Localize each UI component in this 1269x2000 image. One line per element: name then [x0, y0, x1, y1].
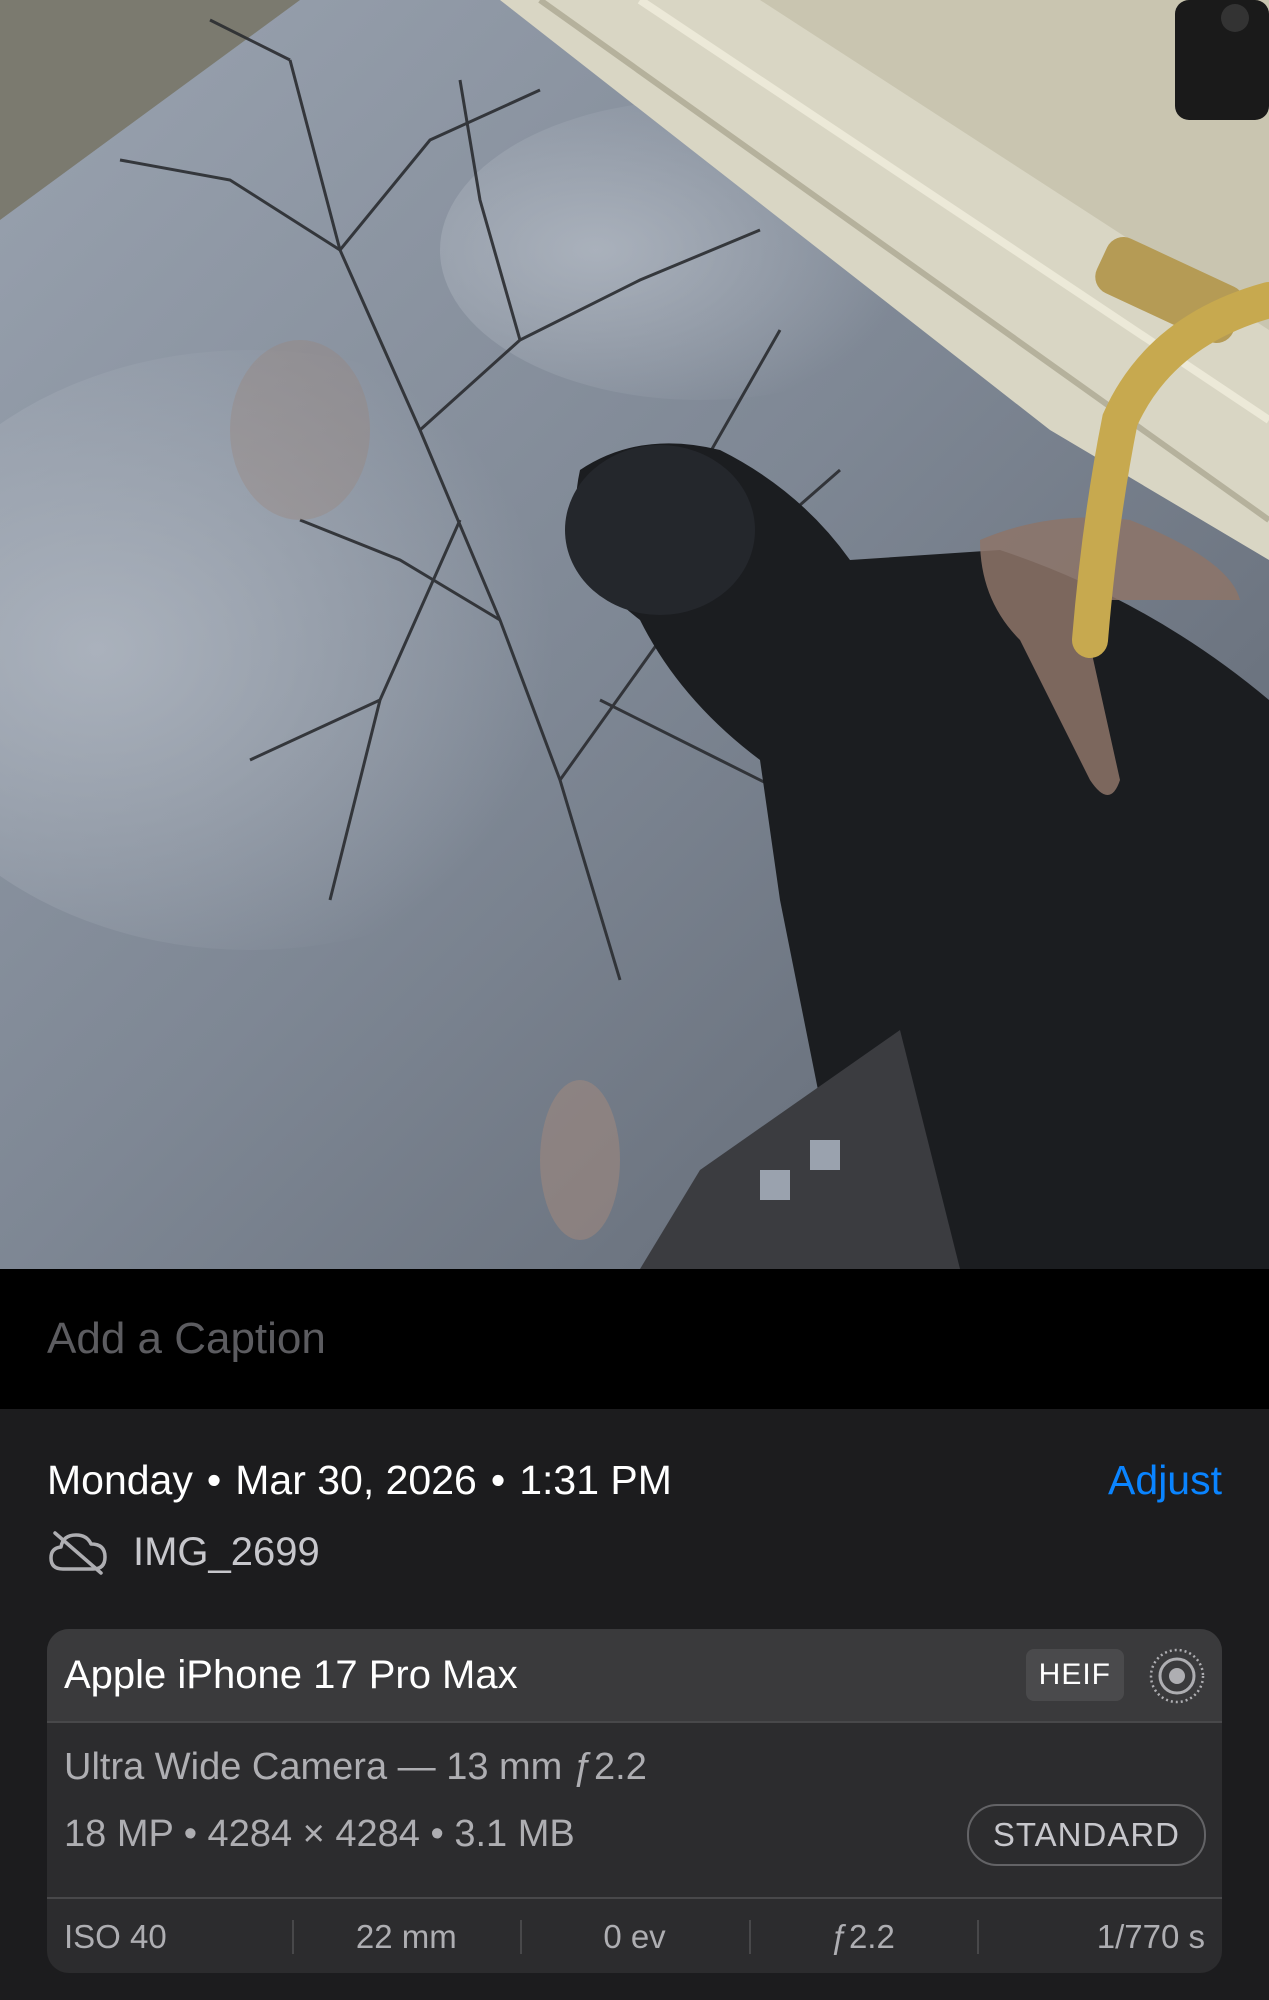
exif-row: ISO 40 22 mm 0 ev ƒ2.2 1/770 s	[47, 1897, 1222, 1973]
quality-badge: STANDARD	[966, 1804, 1206, 1866]
device-name: Apple iPhone 17 Pro Max	[64, 1653, 518, 1697]
live-photo-icon[interactable]	[1148, 1647, 1206, 1705]
exif-exposure-value: 0 ev	[520, 1918, 748, 1956]
format-badge: HEIF	[1025, 1649, 1124, 1701]
separator-dot: •	[490, 1457, 506, 1503]
exif-iso: ISO 40	[64, 1918, 167, 1955]
photo-image	[0, 0, 1269, 1269]
date-label: Mar 30, 2026	[235, 1457, 477, 1503]
image-specs: 18 MP • 4284 × 4284 • 3.1 MB	[64, 1813, 575, 1855]
icloud-slash-icon	[49, 1531, 107, 1575]
camera-info-card: Apple iPhone 17 Pro Max HEIF Ultra Wide …	[47, 1629, 1222, 1973]
adjust-button[interactable]: Adjust	[1108, 1457, 1222, 1504]
separator-dot: •	[206, 1457, 222, 1503]
card-header: Apple iPhone 17 Pro Max HEIF	[47, 1629, 1222, 1723]
date-time-line: Monday • Mar 30, 2026 • 1:31 PM	[47, 1457, 672, 1504]
exif-aperture: ƒ2.2	[748, 1918, 977, 1956]
info-panel: Monday • Mar 30, 2026 • 1:31 PM Adjust IMG_2…	[0, 1409, 1269, 2000]
caption-bar	[0, 1269, 1269, 1409]
lens-info: Ultra Wide Camera — 13 mm ƒ2.2	[64, 1746, 647, 1788]
time-label: 1:31 PM	[519, 1457, 672, 1503]
filename-label: IMG_2699	[133, 1529, 320, 1574]
exif-shutter-speed: 1/770 s	[976, 1918, 1222, 1956]
day-label: Monday	[47, 1457, 193, 1503]
caption-input[interactable]	[47, 1309, 1147, 1369]
exif-focal-length: 22 mm	[292, 1918, 520, 1956]
photo-view[interactable]	[0, 0, 1269, 1269]
file-row: IMG_2699	[47, 1527, 320, 1577]
